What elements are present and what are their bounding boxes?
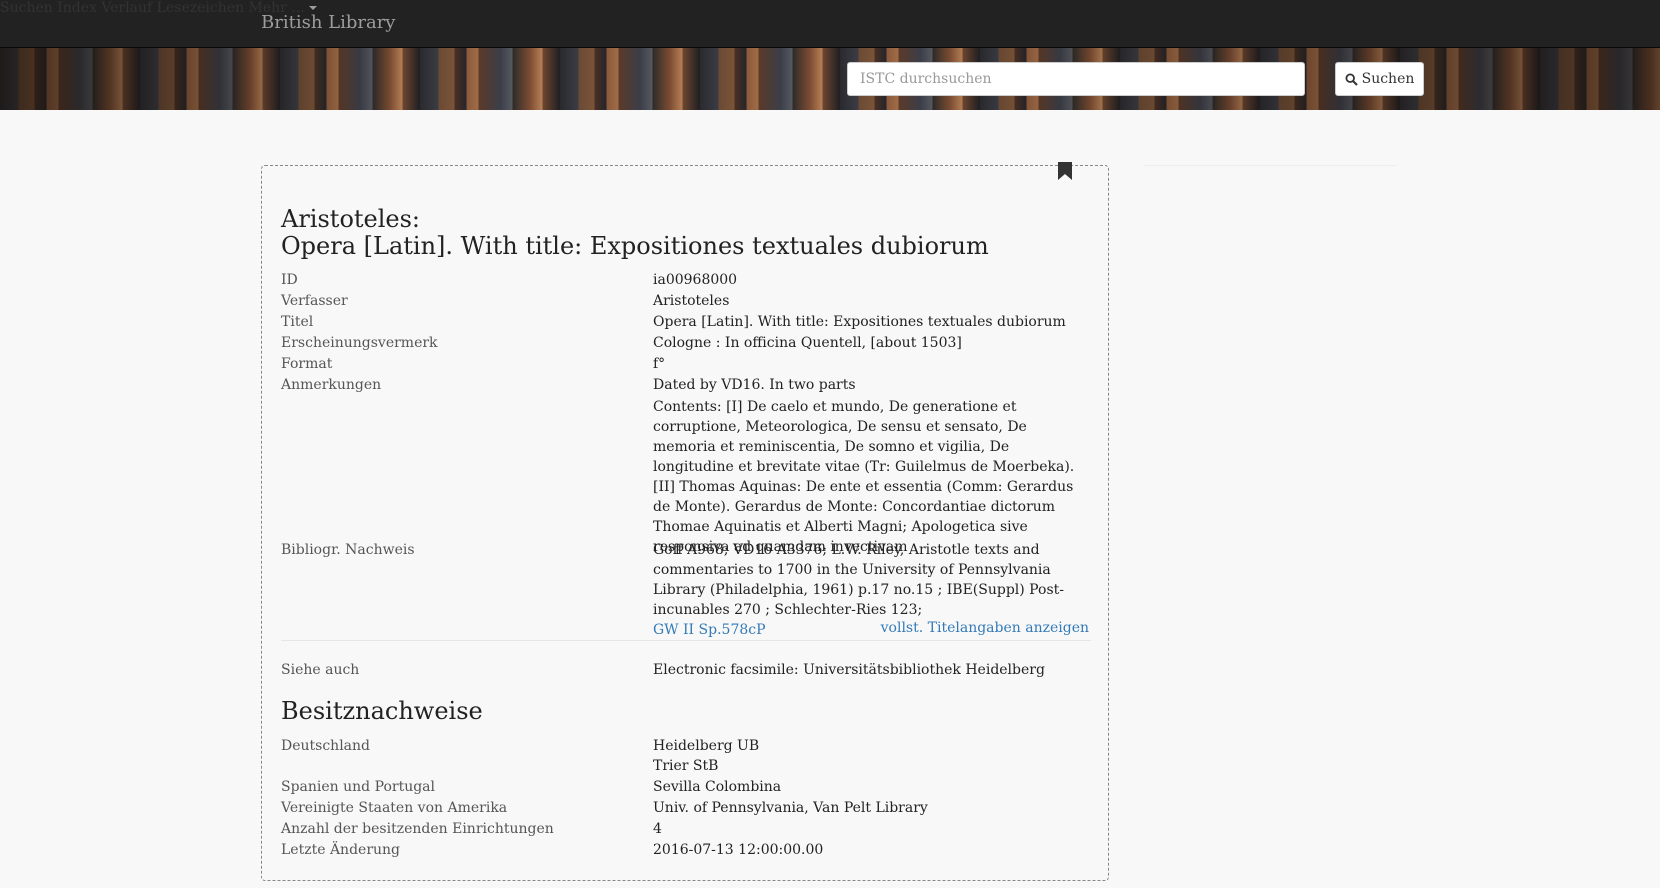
holding-label: Vereinigte Staaten von Amerika [281,800,508,816]
search-icon [1345,72,1358,86]
holding-value: Univ. of Pennsylvania, Van Pelt Library [653,800,928,816]
nav-index[interactable]: Index [57,0,97,16]
nav-lesezeichen[interactable]: Lesezeichen [157,0,244,16]
gw-link[interactable]: GW II Sp.578cP [653,622,766,638]
search-input[interactable] [847,62,1305,96]
field-value: Cologne : In officina Quentell, [about 1… [653,335,962,351]
record-title: Opera [Latin]. With title: Expositiones … [281,232,989,260]
top-navbar: British Library Suchen Index Verlauf Les… [0,0,1660,48]
nav-verlauf[interactable]: Verlauf [101,0,152,16]
field-label: Siehe auch [281,662,360,678]
field-label: Titel [281,314,314,330]
holding-value: 2016-07-13 12:00:00.00 [653,842,824,858]
record-title-block: Aristoteles: Opera [Latin]. With title: … [281,206,989,260]
field-value: ia00968000 [653,272,738,288]
record-panel: Aristoteles: Opera [Latin]. With title: … [261,162,1109,881]
holding-value: Trier StB [653,758,719,774]
holdings-heading: Besitznachweise [281,697,483,725]
field-value: Opera [Latin]. With title: Expositiones … [653,314,1066,330]
holding-value: Heidelberg UB [653,738,760,754]
field-label: Bibliogr. Nachweis [281,542,415,558]
field-label: Verfasser [281,293,348,309]
bibliogr-text: Goff A968; VD16 A3376; L.W. Riley, Arist… [653,542,1064,618]
sidebar-divider [1143,165,1397,166]
holding-value: Sevilla Colombina [653,779,782,795]
holding-label: Letzte Änderung [281,842,401,858]
holding-value: 4 [653,821,662,837]
divider [281,640,1091,641]
caret-down-icon [308,6,317,10]
search-button-label: Suchen [1361,71,1415,87]
field-value: Contents: [I] De caelo et mundo, De gene… [653,399,1075,555]
field-value: f° [653,356,666,372]
holding-label: Spanien und Portugal [281,779,435,795]
holding-label: Anzahl der besitzenden Einrichtungen [281,821,554,837]
record-author: Aristoteles: [281,205,421,233]
bookmark-icon[interactable] [1058,162,1072,180]
holding-label: Deutschland [281,738,370,754]
field-value: Aristoteles [653,293,730,309]
field-label: Format [281,356,333,372]
field-label: ID [281,272,298,288]
field-label: Anmerkungen [281,377,382,393]
brand-link[interactable]: British Library [261,12,395,33]
field-value: Electronic facsimile: Universitätsbiblio… [653,662,1045,678]
full-details-link[interactable]: vollst. Titelangaben anzeigen [881,620,1089,636]
search-button[interactable]: Suchen [1335,62,1424,96]
field-label: Erscheinungsvermerk [281,335,438,351]
nav-suchen[interactable]: Suchen [0,0,53,16]
field-value: Dated by VD16. In two parts [653,377,856,393]
